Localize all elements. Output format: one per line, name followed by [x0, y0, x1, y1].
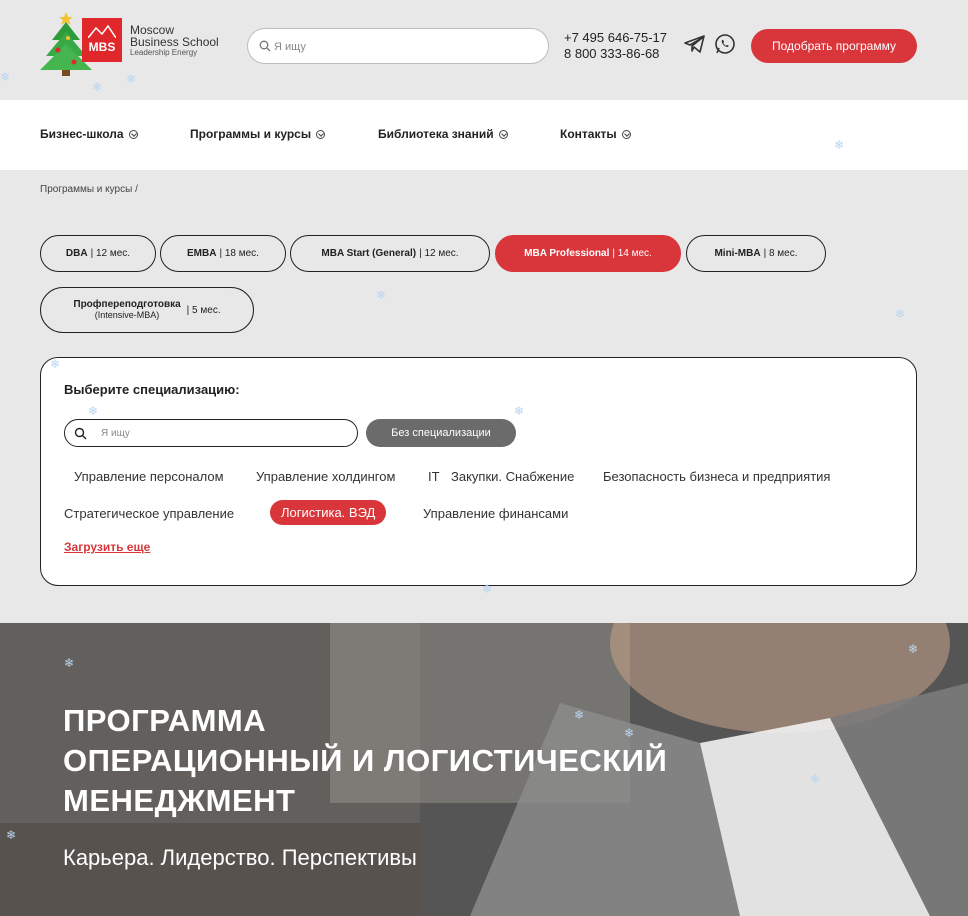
main-nav: Бизнес-школа Программы и курсы Библиотек…	[0, 100, 968, 170]
program-pill-mini-mba[interactable]: Mini-MBA | 8 мес.	[686, 235, 826, 272]
program-pill-retraining[interactable]: Профпереподготовка (Intensive-MBA) | 5 м…	[40, 287, 254, 333]
hero-subtitle: Карьера. Лидерство. Перспективы	[63, 845, 417, 870]
find-program-button[interactable]: Подобрать программу	[751, 29, 917, 63]
header-search-input[interactable]	[274, 37, 534, 57]
logo-tagline: Leadership Energy	[130, 48, 198, 57]
nav-item-label: Библиотека знаний	[378, 127, 494, 141]
snowflake-icon: ❄	[92, 80, 103, 94]
spec-tag-it[interactable]: IT	[428, 469, 440, 484]
hero-banner: ПРОГРАММА ОПЕРАЦИОННЫЙ И ЛОГИСТИЧЕСКИЙ М…	[0, 623, 968, 916]
header-search[interactable]	[247, 28, 549, 64]
snowflake-icon: ❄	[895, 307, 906, 321]
mbs-logo-text: MBS	[88, 40, 116, 54]
phone-1[interactable]: +7 495 646-75-17	[564, 30, 667, 46]
chevron-down-icon	[621, 130, 631, 139]
snowflake-icon: ❄	[376, 288, 387, 302]
nav-item-programs[interactable]: Программы и курсы	[190, 127, 326, 141]
phone-list: +7 495 646-75-17 8 800 333-86-68	[564, 30, 667, 62]
program-duration: | 14 мес.	[612, 248, 652, 259]
snowflake-icon: ❄	[0, 70, 11, 84]
header: MBS Moscow Business School Leadership En…	[0, 0, 968, 100]
program-pill-dba[interactable]: DBA | 12 мес.	[40, 235, 156, 272]
spec-tag-logistics[interactable]: Логистика. ВЭД	[270, 500, 387, 525]
specialization-search[interactable]	[64, 419, 358, 447]
snowflake-icon: ❄	[64, 656, 75, 670]
nav-item-contacts[interactable]: Контакты	[560, 127, 631, 141]
spec-tag-hr[interactable]: Управление персоналом	[74, 469, 224, 484]
hero-title-line-3: МЕНЕДЖМЕНТ	[63, 783, 296, 818]
spec-tag-procurement[interactable]: Закупки. Снабжение	[451, 469, 574, 484]
nav-item-business-school[interactable]: Бизнес-школа	[40, 127, 138, 141]
program-pill-mba-start[interactable]: MBA Start (General) | 12 мес.	[290, 235, 490, 272]
program-pill-emba[interactable]: EMBA | 18 мес.	[160, 235, 286, 272]
specialization-panel: Выберите специализацию: Без специализаци…	[40, 357, 917, 586]
program-name: MBA Professional	[524, 248, 610, 259]
search-icon	[74, 427, 87, 440]
spec-tag-finance[interactable]: Управление финансами	[423, 506, 568, 521]
snowflake-icon: ❄	[574, 708, 585, 722]
program-pill-mba-professional[interactable]: MBA Professional | 14 мес.	[495, 235, 681, 272]
snowflake-icon: ❄	[6, 828, 17, 842]
program-name: Mini-MBA	[714, 248, 761, 259]
program-duration: | 5 мес.	[186, 304, 221, 316]
spec-tag-security[interactable]: Безопасность бизнеса и предприятия	[603, 469, 830, 484]
program-name: Профпереподготовка	[73, 298, 181, 310]
program-duration: | 8 мес.	[763, 248, 798, 259]
nav-item-label: Бизнес-школа	[40, 127, 124, 141]
logo-line-2: Business School	[130, 35, 219, 49]
load-more-link[interactable]: Загрузить еще	[64, 540, 150, 554]
program-subname: (Intensive-MBA)	[94, 309, 160, 320]
snowflake-icon: ❄	[908, 642, 919, 656]
program-name: MBA Start (General)	[321, 248, 417, 259]
nav-item-library[interactable]: Библиотека знаний	[378, 127, 508, 141]
phone-2[interactable]: 8 800 333-86-68	[564, 46, 667, 62]
specialization-search-input[interactable]	[101, 425, 341, 441]
chevron-down-icon	[128, 130, 138, 139]
chevron-down-icon	[316, 130, 326, 139]
specialization-title: Выберите специализацию:	[64, 382, 240, 397]
nav-item-label: Контакты	[560, 127, 617, 141]
breadcrumb[interactable]: Программы и курсы /	[40, 184, 138, 195]
no-specialization-button[interactable]: Без специализации	[366, 419, 516, 447]
chevron-down-icon	[498, 130, 508, 139]
nav-item-label: Программы и курсы	[190, 127, 312, 141]
snowflake-icon: ❄	[88, 404, 99, 418]
program-duration: | 12 мес.	[90, 248, 131, 259]
program-name-block: Профпереподготовка (Intensive-MBA)	[73, 298, 181, 321]
logo[interactable]: MBS Moscow Business School Leadership En…	[38, 10, 228, 76]
snowflake-icon: ❄	[624, 726, 635, 740]
snowflake-icon: ❄	[810, 772, 821, 786]
mountain-icon	[88, 24, 116, 38]
snowflake-icon: ❄	[50, 357, 61, 371]
snowflake-icon: ❄	[514, 404, 525, 418]
telegram-icon[interactable]	[684, 34, 706, 54]
mbs-logo-box: MBS	[82, 18, 122, 62]
program-name: EMBA	[187, 248, 217, 259]
hero-title-line-2: ОПЕРАЦИОННЫЙ И ЛОГИСТИЧЕСКИЙ	[63, 743, 668, 778]
whatsapp-icon[interactable]	[714, 33, 736, 55]
search-icon	[259, 40, 271, 52]
snowflake-icon: ❄	[834, 138, 845, 152]
program-duration: | 12 мес.	[419, 248, 459, 259]
logo-text: Moscow Business School Leadership Energy	[130, 24, 219, 58]
snowflake-icon: ❄	[482, 582, 493, 596]
spec-tag-strategy[interactable]: Стратегическое управление	[64, 506, 234, 521]
spec-tag-holding[interactable]: Управление холдингом	[256, 469, 395, 484]
snowflake-icon: ❄	[126, 72, 137, 86]
program-duration: | 18 мес.	[219, 248, 259, 259]
program-name: DBA	[65, 248, 88, 259]
